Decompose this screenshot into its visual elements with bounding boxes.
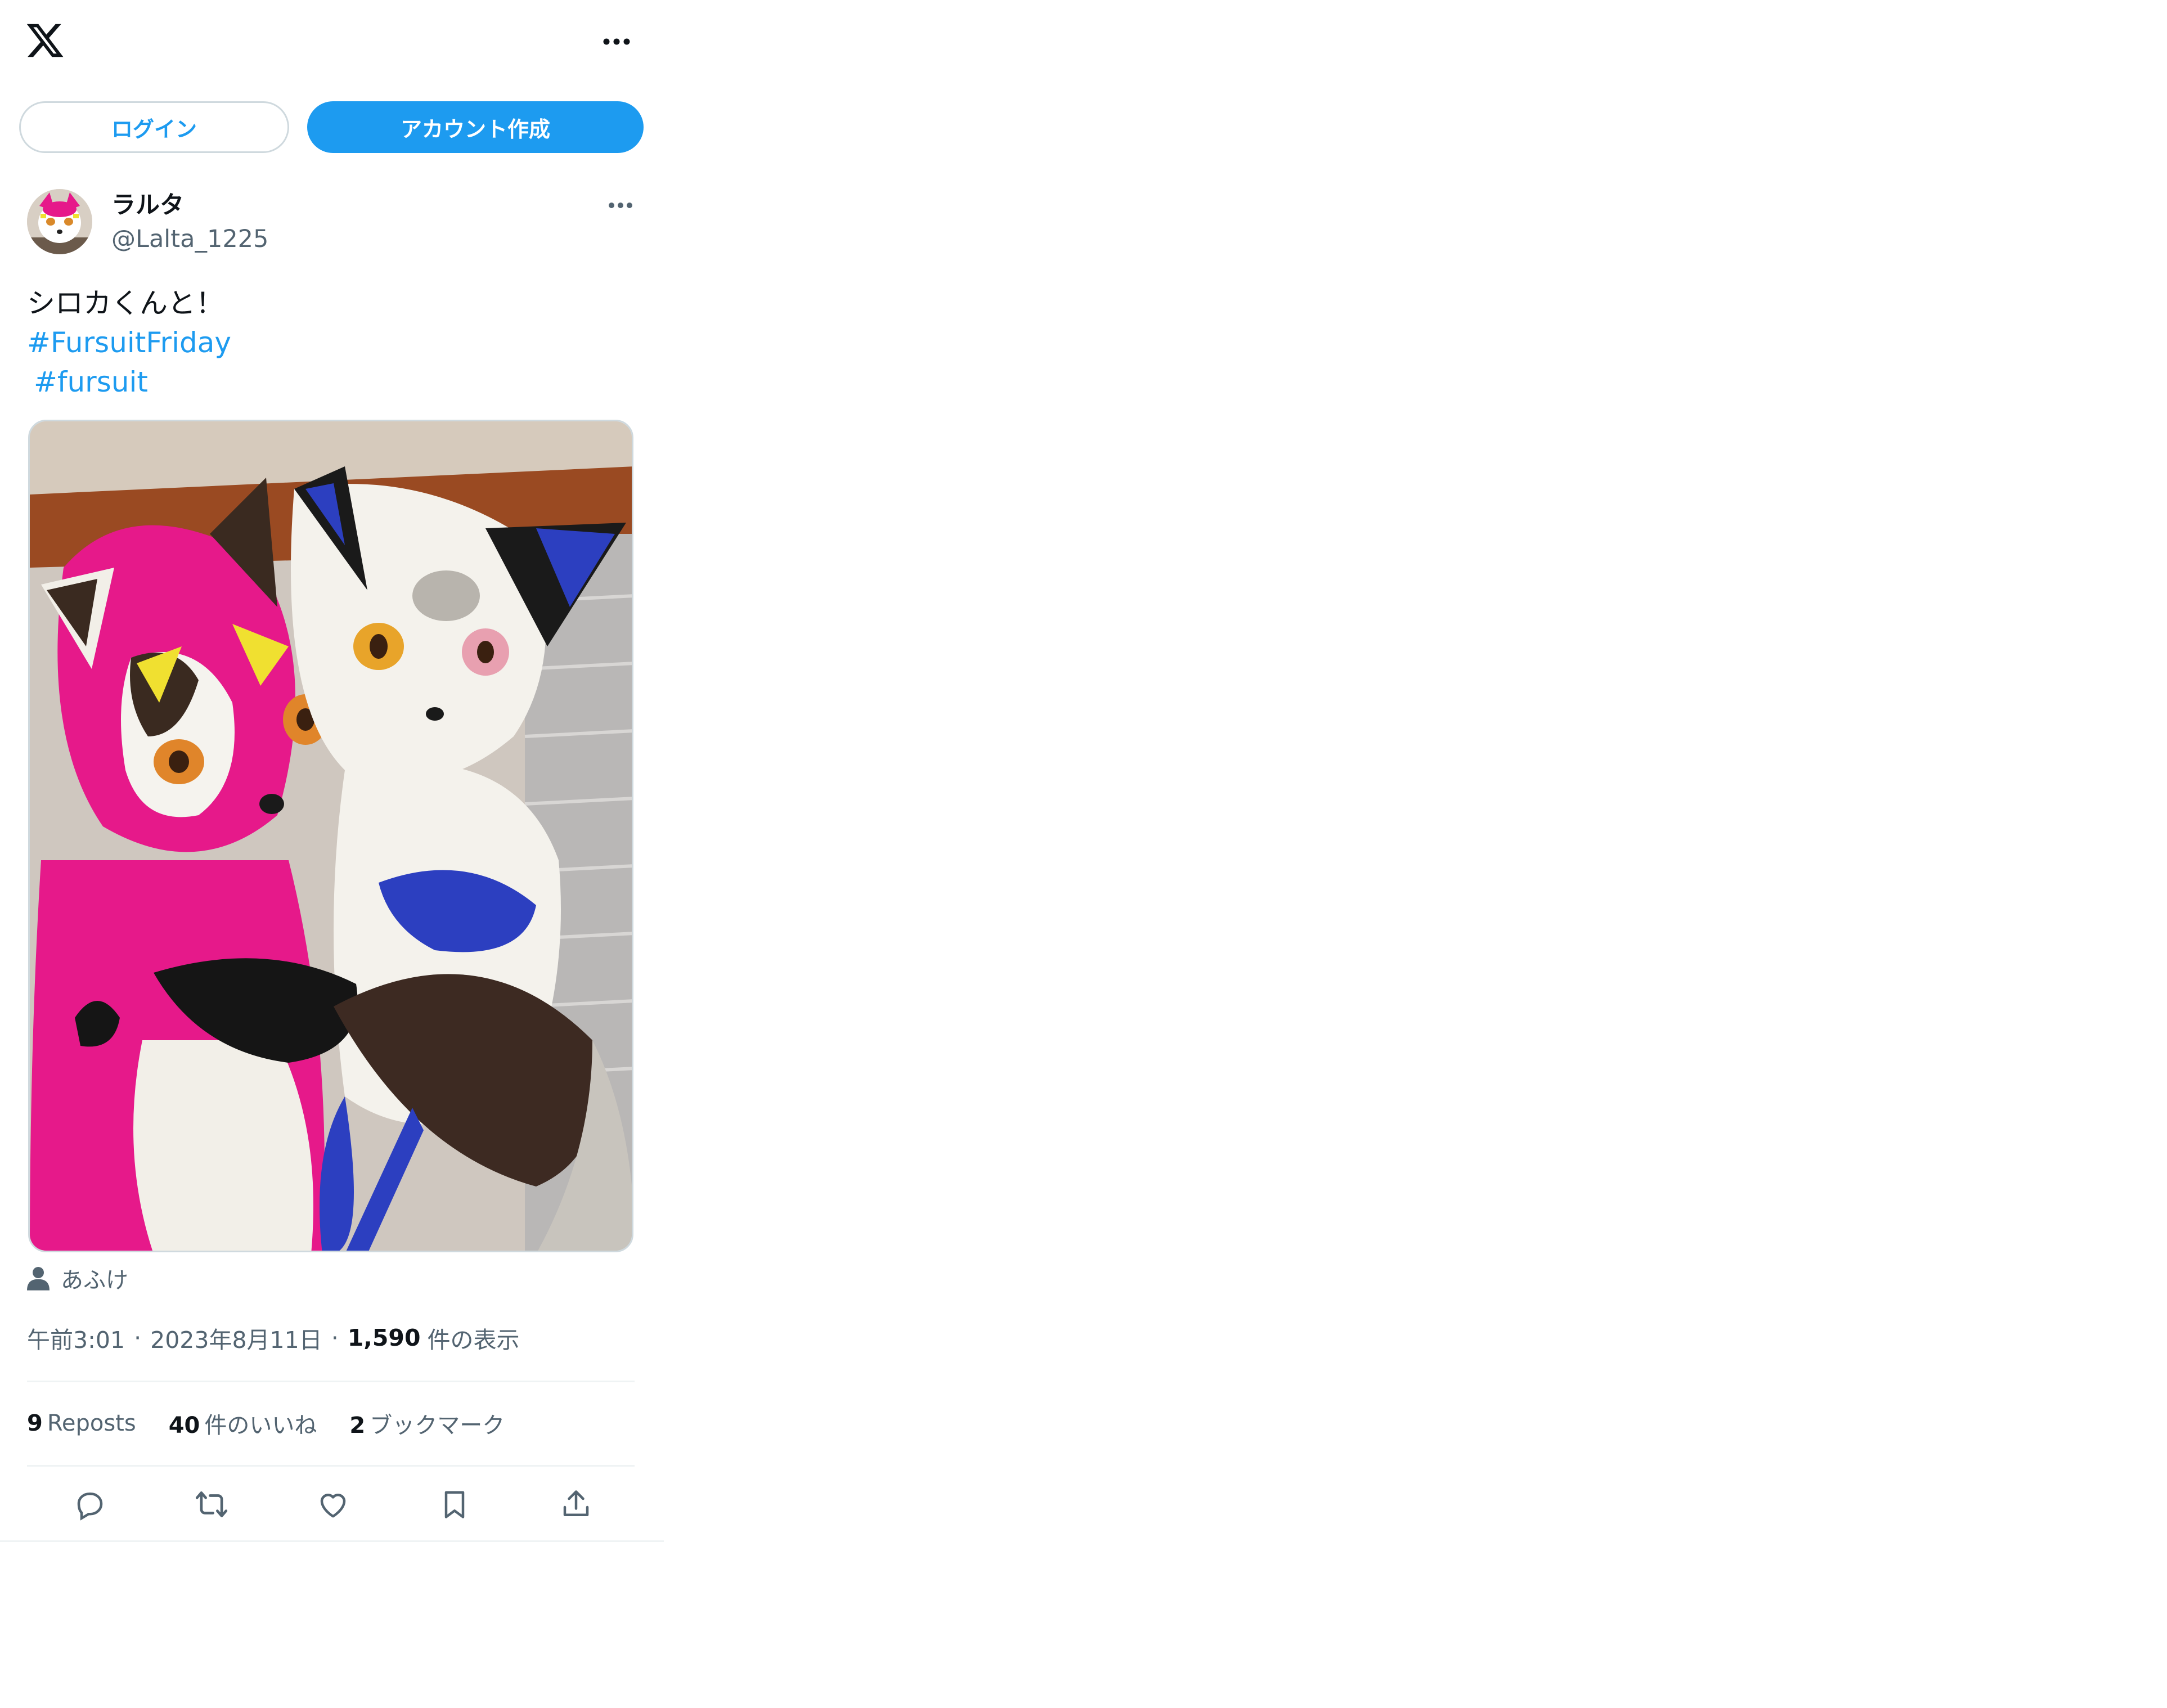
author-handle[interactable]: @Lalta_1225: [111, 223, 268, 255]
reposts-label: Reposts: [47, 1410, 136, 1436]
action-bar: [27, 1477, 635, 1531]
tagged-user[interactable]: あふけ: [27, 1260, 128, 1296]
bookmarks-label: ブックマーク: [370, 1413, 505, 1439]
share-icon: [563, 1490, 589, 1516]
divider: [27, 1465, 635, 1467]
hashtag-link[interactable]: #fursuit: [27, 362, 231, 402]
fursuit-photo: [30, 421, 632, 1251]
create-account-button[interactable]: アカウント作成: [307, 101, 644, 153]
likes-stat[interactable]: 40 件のいいね: [169, 1407, 317, 1440]
separator-dot: ·: [134, 1324, 142, 1351]
x-logo-icon[interactable]: [25, 20, 65, 61]
author-name[interactable]: ラルタ: [111, 189, 184, 222]
views-label: 件の表示: [427, 1327, 520, 1354]
top-bar: [0, 0, 664, 84]
divider: [27, 1381, 635, 1382]
engagement-stats: 9 Reposts 40 件のいいね 2 ブックマーク: [27, 1405, 537, 1441]
hashtag-link[interactable]: #FursuitFriday: [27, 323, 231, 362]
more-horizontal-icon: [609, 203, 632, 208]
avatar[interactable]: [27, 189, 92, 254]
tagged-user-name: あふけ: [61, 1267, 128, 1293]
person-icon: [27, 1267, 50, 1291]
post-text: シロカくんと！ #FursuitFriday #fursuit: [27, 284, 231, 402]
reposts-count: 9: [27, 1410, 43, 1436]
repost-button[interactable]: [190, 1483, 233, 1526]
bookmarks-stat[interactable]: 2 ブックマーク: [349, 1407, 505, 1440]
app-root: ログイン アカウント作成 ラルタ @Lalta_1225 シロカくんと！ #Fu…: [0, 0, 2167, 1708]
reply-icon: [77, 1493, 103, 1521]
likes-count: 40: [168, 1413, 200, 1439]
separator-dot: ·: [331, 1324, 339, 1351]
bookmarks-count: 2: [349, 1413, 366, 1439]
likes-label: 件のいいね: [204, 1413, 317, 1439]
like-button[interactable]: [312, 1483, 354, 1526]
divider: [0, 1540, 664, 1542]
avatar-image: [27, 189, 92, 254]
share-button[interactable]: [555, 1483, 597, 1526]
views-count: 1,590: [347, 1324, 421, 1351]
post-column: ログイン アカウント作成 ラルタ @Lalta_1225 シロカくんと！ #Fu…: [0, 0, 664, 1558]
more-options-button[interactable]: [596, 25, 637, 59]
bookmark-icon: [444, 1491, 465, 1518]
post-metadata: 午前3:01 · 2023年8月11日 · 1,590 件の表示: [27, 1320, 519, 1356]
like-icon: [320, 1494, 346, 1518]
repost-icon: [195, 1491, 228, 1517]
reply-button[interactable]: [69, 1483, 111, 1526]
post-more-button[interactable]: [602, 191, 639, 219]
post-text-line: シロカくんと！: [27, 287, 224, 320]
login-button[interactable]: ログイン: [19, 101, 289, 153]
post-date[interactable]: 2023年8月11日: [150, 1321, 322, 1355]
reposts-stat[interactable]: 9 Reposts: [27, 1410, 136, 1436]
post-image[interactable]: [28, 420, 633, 1252]
more-horizontal-icon: [603, 38, 630, 45]
bookmark-button[interactable]: [433, 1483, 476, 1526]
post-time[interactable]: 午前3:01: [27, 1321, 125, 1355]
